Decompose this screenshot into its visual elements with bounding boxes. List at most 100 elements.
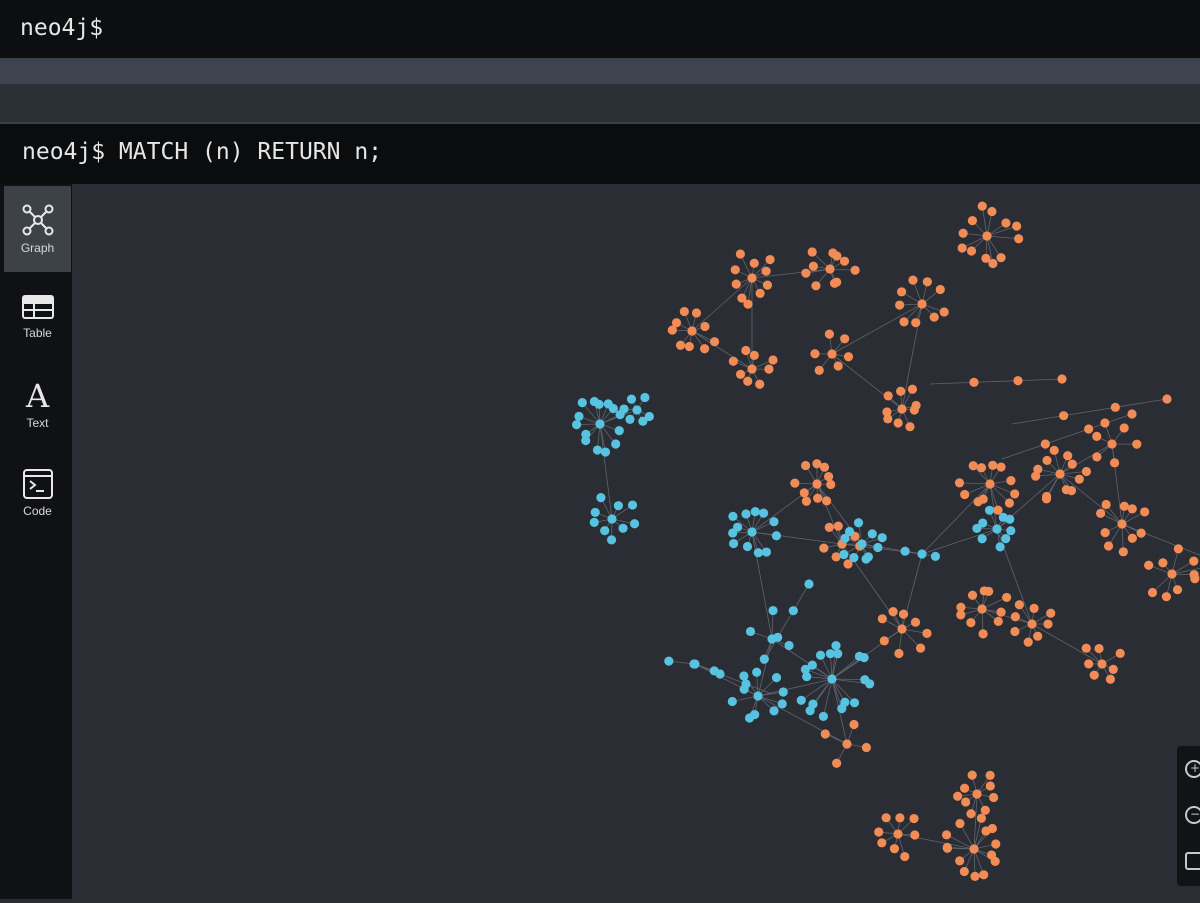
graph-node[interactable] bbox=[609, 404, 618, 413]
graph-node[interactable] bbox=[1117, 519, 1126, 528]
graph-node[interactable] bbox=[1046, 609, 1055, 618]
graph-node[interactable] bbox=[1101, 528, 1110, 537]
graph-node[interactable] bbox=[769, 517, 778, 526]
graph-node[interactable] bbox=[977, 604, 986, 613]
graph-node[interactable] bbox=[987, 207, 996, 216]
graph-node[interactable] bbox=[731, 265, 740, 274]
graph-node[interactable] bbox=[595, 419, 604, 428]
graph-node[interactable] bbox=[614, 501, 623, 510]
graph-node[interactable] bbox=[1050, 446, 1059, 455]
graph-node[interactable] bbox=[1189, 557, 1198, 566]
graph-node[interactable] bbox=[979, 629, 988, 638]
graph-node[interactable] bbox=[1102, 500, 1111, 509]
graph-node[interactable] bbox=[768, 355, 777, 364]
graph-node[interactable] bbox=[849, 553, 858, 562]
graph-node[interactable] bbox=[922, 629, 931, 638]
graph-node[interactable] bbox=[882, 407, 891, 416]
graph-node[interactable] bbox=[808, 661, 817, 670]
graph-node[interactable] bbox=[850, 698, 859, 707]
graph-node[interactable] bbox=[996, 542, 1005, 551]
graph-visualization[interactable] bbox=[72, 184, 1200, 899]
graph-node[interactable] bbox=[970, 872, 979, 881]
graph-node[interactable] bbox=[710, 337, 719, 346]
graph-node[interactable] bbox=[821, 729, 830, 738]
graph-node[interactable] bbox=[1055, 469, 1064, 478]
graph-node[interactable] bbox=[752, 668, 761, 677]
graph-node[interactable] bbox=[978, 201, 987, 210]
graph-node[interactable] bbox=[1043, 619, 1052, 628]
graph-node[interactable] bbox=[960, 867, 969, 876]
graph-node[interactable] bbox=[897, 624, 906, 633]
graph-node[interactable] bbox=[860, 675, 869, 684]
graph-node[interactable] bbox=[790, 478, 799, 487]
graph-node[interactable] bbox=[868, 529, 877, 538]
graph-node[interactable] bbox=[953, 792, 962, 801]
fit-icon[interactable] bbox=[1185, 852, 1200, 870]
zoom-in-icon[interactable]: + bbox=[1185, 760, 1200, 778]
graph-node[interactable] bbox=[840, 257, 849, 266]
graph-node[interactable] bbox=[1127, 409, 1136, 418]
graph-node[interactable] bbox=[1024, 638, 1033, 647]
graph-canvas[interactable] bbox=[72, 184, 1200, 899]
graph-node[interactable] bbox=[930, 312, 939, 321]
graph-node[interactable] bbox=[729, 357, 738, 366]
graph-node[interactable] bbox=[1158, 558, 1167, 567]
graph-node[interactable] bbox=[889, 607, 898, 616]
graph-node[interactable] bbox=[849, 720, 858, 729]
graph-node[interactable] bbox=[1063, 451, 1072, 460]
graph-node[interactable] bbox=[827, 674, 836, 683]
graph-node[interactable] bbox=[729, 539, 738, 548]
graph-node[interactable] bbox=[996, 462, 1005, 471]
graph-node[interactable] bbox=[988, 461, 997, 470]
graph-node[interactable] bbox=[1097, 659, 1106, 668]
graph-node[interactable] bbox=[940, 307, 949, 316]
graph-node[interactable] bbox=[1128, 534, 1137, 543]
graph-node[interactable] bbox=[822, 496, 831, 505]
graph-node[interactable] bbox=[985, 479, 994, 488]
graph-node[interactable] bbox=[755, 289, 764, 298]
graph-node[interactable] bbox=[1013, 376, 1022, 385]
graph-node[interactable] bbox=[773, 633, 782, 642]
graph-node[interactable] bbox=[627, 395, 636, 404]
graph-node[interactable] bbox=[854, 518, 863, 527]
graph-node[interactable] bbox=[806, 706, 815, 715]
graph-node[interactable] bbox=[931, 552, 940, 561]
graph-node[interactable] bbox=[978, 534, 987, 543]
graph-node[interactable] bbox=[578, 398, 587, 407]
graph-node[interactable] bbox=[638, 417, 647, 426]
graph-node[interactable] bbox=[960, 490, 969, 499]
graph-node[interactable] bbox=[1090, 671, 1099, 680]
graph-node[interactable] bbox=[1140, 507, 1149, 516]
editor-prompt[interactable]: neo4j$ bbox=[20, 15, 103, 41]
graph-node[interactable] bbox=[797, 696, 806, 705]
graph-node[interactable] bbox=[741, 346, 750, 355]
graph-node[interactable] bbox=[1006, 476, 1015, 485]
graph-node[interactable] bbox=[676, 341, 685, 350]
graph-node[interactable] bbox=[618, 524, 627, 533]
graph-node[interactable] bbox=[936, 285, 945, 294]
graph-node[interactable] bbox=[768, 606, 777, 615]
graph-node[interactable] bbox=[943, 843, 952, 852]
graph-node[interactable] bbox=[772, 673, 781, 682]
graph-node[interactable] bbox=[979, 870, 988, 879]
graph-node[interactable] bbox=[700, 344, 709, 353]
graph-node[interactable] bbox=[830, 279, 839, 288]
graph-node[interactable] bbox=[1096, 509, 1105, 518]
graph-node[interactable] bbox=[845, 527, 854, 536]
nav-table[interactable]: Table bbox=[4, 274, 71, 360]
graph-node[interactable] bbox=[1162, 592, 1171, 601]
graph-node[interactable] bbox=[878, 614, 887, 623]
graph-node[interactable] bbox=[984, 587, 993, 596]
graph-node[interactable] bbox=[959, 229, 968, 238]
graph-node[interactable] bbox=[736, 249, 745, 258]
graph-node[interactable] bbox=[1015, 600, 1024, 609]
graph-node[interactable] bbox=[800, 488, 809, 497]
graph-node[interactable] bbox=[977, 463, 986, 472]
graph-node[interactable] bbox=[958, 243, 967, 252]
graph-node[interactable] bbox=[956, 603, 965, 612]
graph-node[interactable] bbox=[801, 461, 810, 470]
graph-node[interactable] bbox=[607, 535, 616, 544]
graph-node[interactable] bbox=[1033, 465, 1042, 474]
graph-node[interactable] bbox=[969, 844, 978, 853]
graph-node[interactable] bbox=[763, 281, 772, 290]
